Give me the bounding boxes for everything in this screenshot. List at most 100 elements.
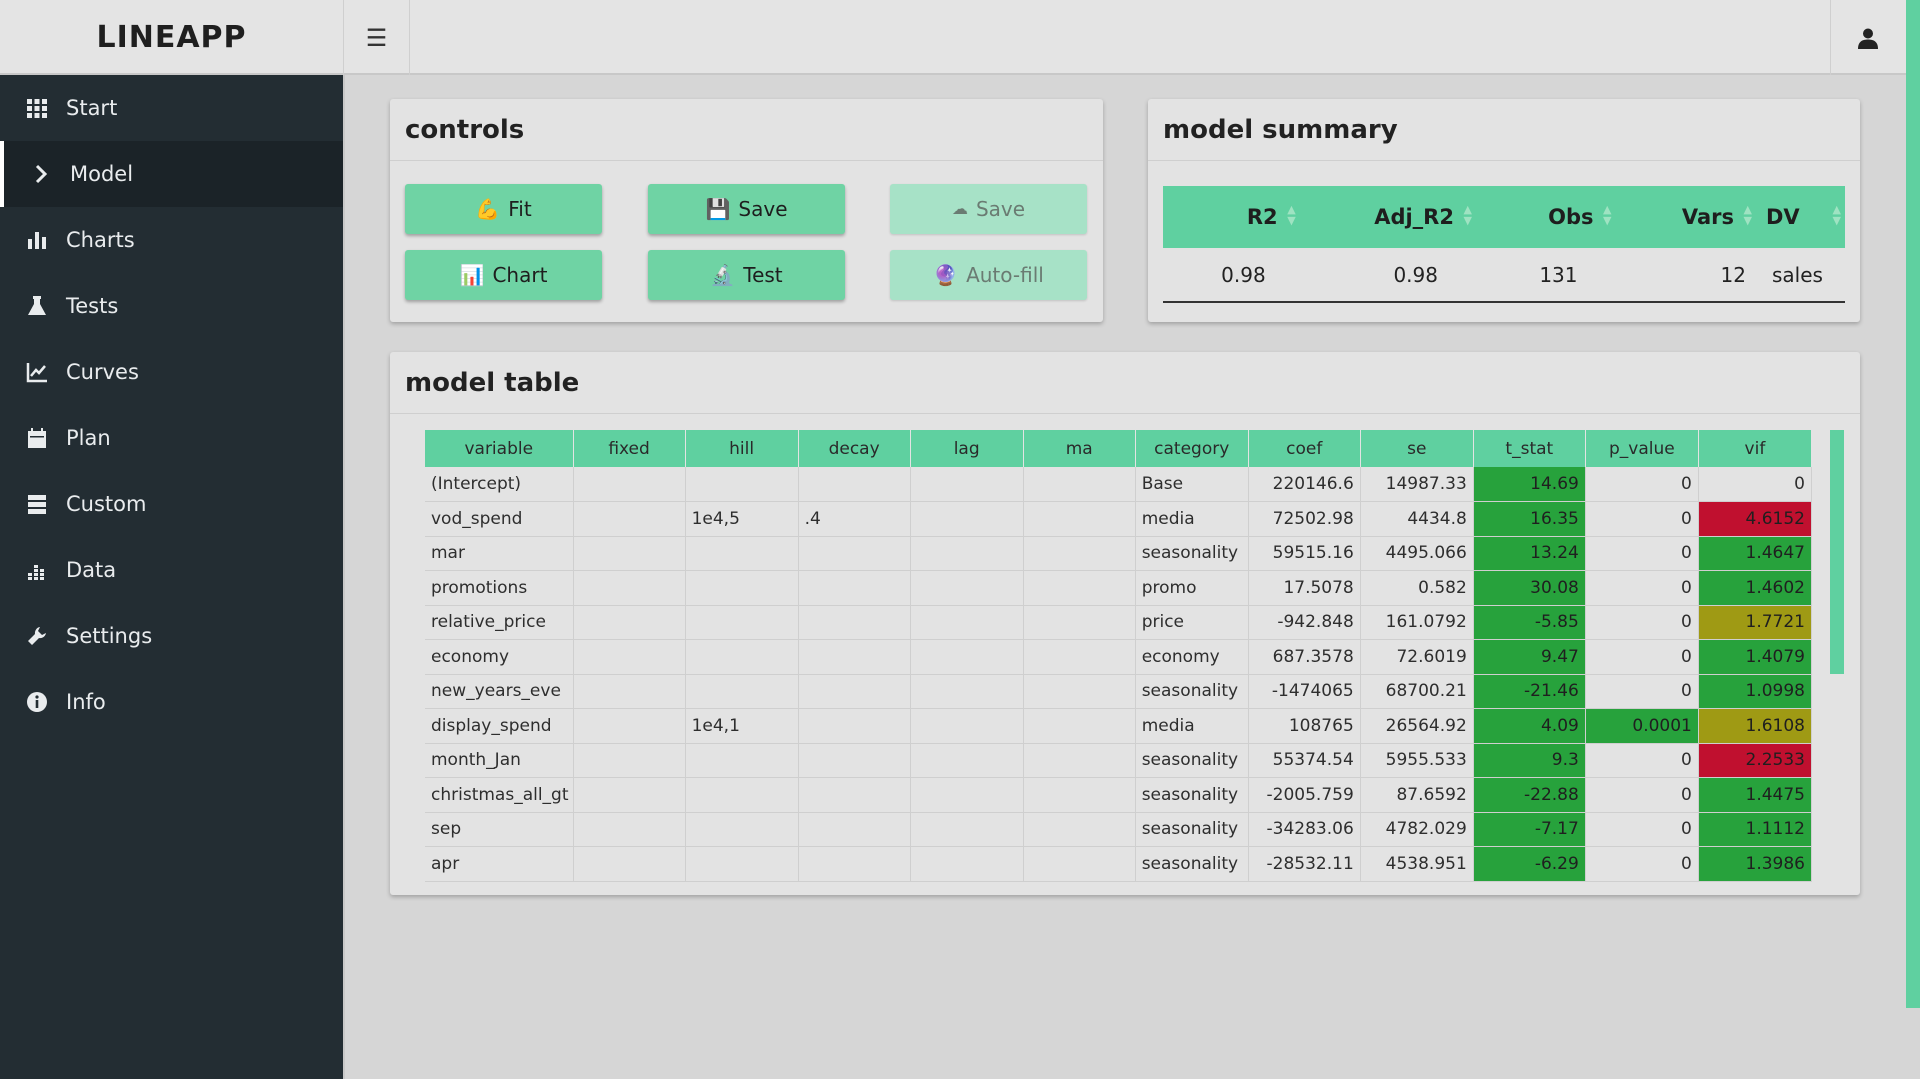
table-cell-fixed[interactable] [573,846,686,882]
table-cell-t-stat[interactable]: 14.69 [1473,467,1586,502]
autofill-button[interactable]: 🔮 Auto-fill [890,250,1087,300]
model-table-header-variable[interactable]: variable [425,430,574,467]
table-cell-p-value[interactable]: 0 [1585,812,1699,847]
table-cell-se[interactable]: 26564.92 [1360,708,1474,744]
table-cell-fixed[interactable] [573,708,686,744]
summary-header[interactable]: Obs ▲ ▼ [1475,186,1616,248]
table-cell-vif[interactable]: 1.4602 [1698,570,1812,606]
table-cell-fixed[interactable] [573,743,686,778]
table-cell-lag[interactable] [910,605,1024,640]
table-cell-t-stat[interactable]: -22.88 [1473,777,1586,813]
table-cell-hill[interactable] [685,639,799,675]
table-cell-category[interactable]: seasonality [1135,536,1249,571]
table-cell-se[interactable]: 4782.029 [1360,812,1474,847]
summary-header[interactable]: Vars ▲ ▼ [1615,186,1756,248]
table-cell-t-stat[interactable]: 13.24 [1473,536,1586,571]
table-cell-ma[interactable] [1023,777,1136,813]
table-cell-hill[interactable] [685,777,799,813]
table-cell-se[interactable]: 0.582 [1360,570,1474,606]
table-cell-vif[interactable]: 1.3986 [1698,846,1812,882]
table-cell-coef[interactable]: 687.3578 [1248,639,1361,675]
table-cell-coef[interactable]: -2005.759 [1248,777,1361,813]
table-cell-t-stat[interactable]: 16.35 [1473,501,1586,537]
table-cell-p-value[interactable]: 0 [1585,501,1699,537]
test-button[interactable]: 🔬 Test [648,250,845,300]
table-cell-decay[interactable] [798,743,911,778]
model-table-header-fixed[interactable]: fixed [573,430,686,467]
table-cell-t-stat[interactable]: -6.29 [1473,846,1586,882]
table-cell-fixed[interactable] [573,674,686,709]
fit-button[interactable]: 💪 Fit [405,184,602,234]
table-cell-se[interactable]: 4538.951 [1360,846,1474,882]
summary-header[interactable]: DV ▲ ▼ [1756,186,1845,248]
sidebar-item-tests[interactable]: Tests [0,273,343,339]
summary-header[interactable]: R2 ▲ ▼ [1163,186,1300,248]
sidebar-item-model[interactable]: Model [0,141,343,207]
table-cell-decay[interactable] [798,639,911,675]
table-cell-decay[interactable] [798,777,911,813]
table-cell-coef[interactable]: -28532.11 [1248,846,1361,882]
table-cell-p-value[interactable]: 0 [1585,777,1699,813]
table-cell-lag[interactable] [910,501,1024,537]
table-cell-p-value[interactable]: 0 [1585,467,1699,502]
table-cell-category[interactable]: economy [1135,639,1249,675]
table-cell-ma[interactable] [1023,501,1136,537]
model-table-scrollbar[interactable] [1830,430,1844,674]
table-cell-coef[interactable]: -942.848 [1248,605,1361,640]
save-button[interactable]: 💾 Save [648,184,845,234]
table-cell-p-value[interactable]: 0 [1585,639,1699,675]
table-cell-decay[interactable] [798,708,911,744]
table-cell-p-value[interactable]: 0.0001 [1585,708,1699,744]
table-cell-decay[interactable] [798,570,911,606]
table-cell-se[interactable]: 4495.066 [1360,536,1474,571]
table-cell-vif[interactable]: 1.7721 [1698,605,1812,640]
table-cell-t-stat[interactable]: 9.47 [1473,639,1586,675]
table-cell-decay[interactable] [798,467,911,502]
table-cell-decay[interactable] [798,674,911,709]
table-cell-hill[interactable] [685,846,799,882]
model-table-header-p-value[interactable]: p_value [1585,430,1699,467]
model-table-header-vif[interactable]: vif [1698,430,1812,467]
table-cell-category[interactable]: Base [1135,467,1249,502]
table-cell-t-stat[interactable]: -21.46 [1473,674,1586,709]
table-cell-lag[interactable] [910,777,1024,813]
table-cell-ma[interactable] [1023,605,1136,640]
table-cell-se[interactable]: 72.6019 [1360,639,1474,675]
table-cell-ma[interactable] [1023,846,1136,882]
table-cell-p-value[interactable]: 0 [1585,674,1699,709]
table-cell-variable[interactable]: sep [425,812,574,847]
table-cell-lag[interactable] [910,536,1024,571]
table-cell-p-value[interactable]: 0 [1585,570,1699,606]
model-table-header-lag[interactable]: lag [910,430,1024,467]
sidebar-item-curves[interactable]: Curves [0,339,343,405]
table-cell-ma[interactable] [1023,467,1136,502]
table-cell-variable[interactable]: vod_spend [425,501,574,537]
chart-button[interactable]: 📊 Chart [405,250,602,300]
table-cell-coef[interactable]: 72502.98 [1248,501,1361,537]
table-cell-vif[interactable]: 1.4475 [1698,777,1812,813]
table-cell-variable[interactable]: new_years_eve [425,674,574,709]
table-cell-se[interactable]: 14987.33 [1360,467,1474,502]
model-table-header-category[interactable]: category [1135,430,1249,467]
user-menu-button[interactable] [1830,0,1905,75]
table-cell-ma[interactable] [1023,639,1136,675]
table-cell-fixed[interactable] [573,812,686,847]
table-cell-category[interactable]: seasonality [1135,846,1249,882]
table-cell-variable[interactable]: relative_price [425,605,574,640]
table-cell-decay[interactable] [798,605,911,640]
sidebar-item-plan[interactable]: Plan [0,405,343,471]
table-cell-fixed[interactable] [573,639,686,675]
table-cell-lag[interactable] [910,467,1024,502]
table-cell-lag[interactable] [910,812,1024,847]
table-cell-t-stat[interactable]: 4.09 [1473,708,1586,744]
table-cell-variable[interactable]: economy [425,639,574,675]
sidebar-item-info[interactable]: Info [0,669,343,735]
table-cell-variable[interactable]: (Intercept) [425,467,574,502]
table-cell-fixed[interactable] [573,467,686,502]
model-table-header-t-stat[interactable]: t_stat [1473,430,1586,467]
table-cell-t-stat[interactable]: 9.3 [1473,743,1586,778]
sidebar-item-data[interactable]: Data [0,537,343,603]
hamburger-menu-button[interactable]: ☰ [344,0,410,75]
table-cell-vif[interactable]: 1.4647 [1698,536,1812,571]
model-table-header-decay[interactable]: decay [798,430,911,467]
